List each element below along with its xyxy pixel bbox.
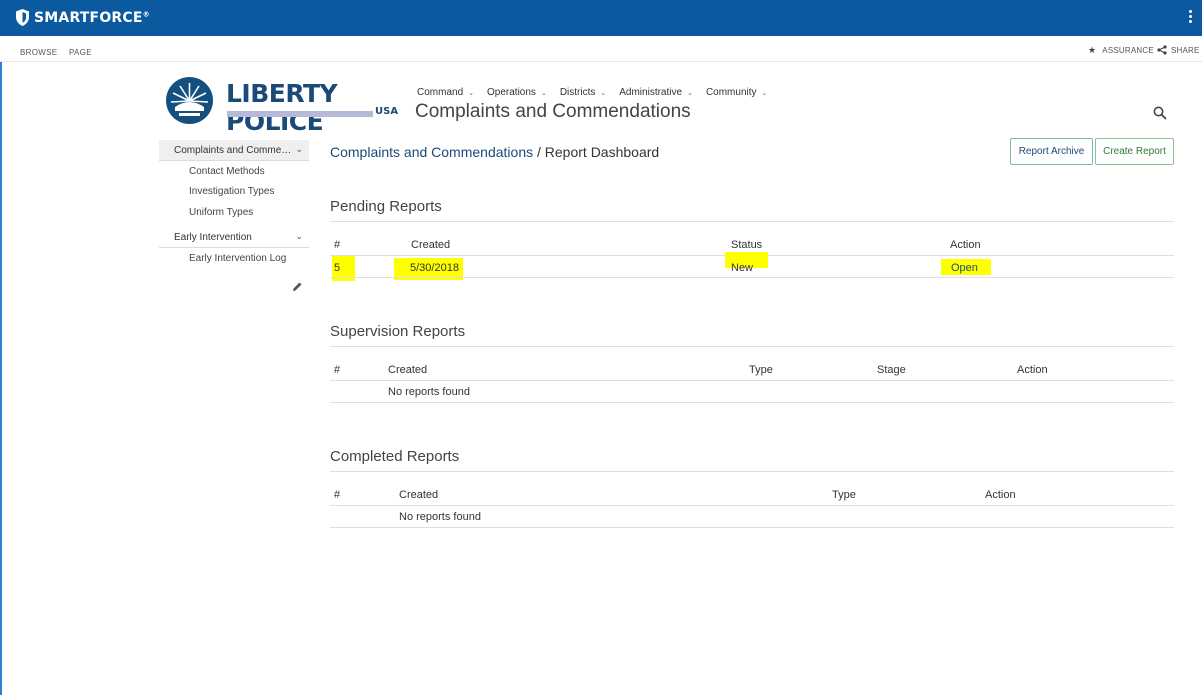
shield-logo-icon	[16, 9, 29, 26]
brand-name: SMARTFORCE®	[34, 9, 150, 26]
quicklaunch-item-investigation-types[interactable]: Investigation Types	[189, 186, 274, 197]
create-report-button[interactable]: Create Report	[1095, 138, 1174, 165]
logo-subtitle: USA	[375, 106, 399, 117]
report-archive-button[interactable]: Report Archive	[1010, 138, 1093, 165]
site-title[interactable]: Complaints and Commendations	[415, 101, 691, 123]
chevron-down-icon: ⌄	[540, 89, 547, 97]
assurance-label: ASSURANCE	[1102, 46, 1154, 55]
table-header-divider	[330, 505, 1174, 506]
site-logo[interactable]: LIBERTY POLICE USA	[166, 77, 406, 136]
assurance-button[interactable]: ★ ASSURANCE	[1088, 45, 1154, 56]
chevron-down-icon: ⌄	[600, 89, 607, 97]
quicklaunch-item-uniform-types[interactable]: Uniform Types	[189, 207, 253, 218]
quicklaunch-group-early-intervention[interactable]: Early Intervention ⌄	[159, 227, 309, 247]
star-icon: ★	[1088, 45, 1097, 55]
pending-reports-title: Pending Reports	[330, 198, 442, 215]
quicklaunch-group-label: Complaints and Comme…	[174, 144, 292, 156]
column-header-action: Action	[985, 489, 1016, 501]
section-divider	[330, 346, 1174, 347]
column-header-number: #	[334, 239, 341, 251]
column-header-number: #	[334, 489, 341, 501]
empty-table-message: No reports found	[399, 511, 481, 523]
quicklaunch-group-complaints[interactable]: Complaints and Comme… ⌄	[159, 140, 309, 160]
table-cell-status: New	[731, 262, 754, 274]
column-header-status: Status	[731, 239, 763, 251]
ribbon: BROWSE PAGE ★ ASSURANCE SHARE	[0, 36, 1202, 62]
more-options-icon[interactable]	[1189, 10, 1193, 26]
table-cell-created: 5/30/2018	[410, 262, 459, 274]
breadcrumb-current: Report Dashboard	[544, 144, 660, 160]
column-header-action: Action	[950, 239, 981, 251]
page-left-border	[0, 62, 2, 695]
table-row-divider	[330, 402, 1174, 403]
search-icon[interactable]	[1153, 106, 1167, 120]
quicklaunch-divider	[159, 247, 309, 248]
table-row-divider	[330, 277, 1174, 278]
column-header-type: Type	[749, 364, 773, 376]
section-divider	[330, 471, 1174, 472]
breadcrumb: Complaints and Commendations / Report Da…	[330, 144, 659, 160]
suite-bar: SMARTFORCE®	[0, 0, 1202, 36]
ribbon-tab-browse[interactable]: BROWSE	[20, 48, 57, 57]
column-header-action: Action	[1017, 364, 1048, 376]
liberty-crown-icon	[166, 77, 213, 124]
empty-table-message: No reports found	[388, 386, 470, 398]
section-divider	[330, 221, 1174, 222]
share-button[interactable]: SHARE	[1157, 45, 1200, 55]
nav-item-community[interactable]: Community ⌄	[706, 87, 767, 98]
nav-item-districts[interactable]: Districts ⌄	[560, 87, 606, 98]
logo-bar	[227, 111, 373, 117]
breadcrumb-link[interactable]: Complaints and Commendations	[330, 144, 533, 160]
chevron-down-icon: ⌄	[468, 89, 475, 97]
breadcrumb-separator: /	[533, 144, 545, 160]
column-header-created: Created	[388, 364, 428, 376]
column-header-number: #	[334, 364, 341, 376]
quicklaunch-group-label: Early Intervention	[174, 231, 252, 243]
table-row-divider	[330, 527, 1174, 528]
chevron-down-icon[interactable]: ⌄	[295, 231, 303, 242]
nav-item-administrative[interactable]: Administrative ⌄	[619, 87, 693, 98]
nav-item-command[interactable]: Command ⌄	[417, 87, 474, 98]
column-header-created: Created	[399, 489, 439, 501]
edit-links-icon[interactable]	[292, 281, 303, 292]
chevron-down-icon[interactable]: ⌄	[295, 144, 303, 155]
open-report-link[interactable]: Open	[951, 262, 978, 274]
completed-reports-title: Completed Reports	[330, 448, 460, 465]
column-header-type: Type	[832, 489, 856, 501]
chevron-down-icon: ⌄	[761, 89, 768, 97]
smartforce-brand[interactable]: SMARTFORCE®	[16, 9, 150, 26]
quicklaunch-item-contact-methods[interactable]: Contact Methods	[189, 166, 265, 177]
chevron-down-icon: ⌄	[687, 89, 693, 97]
table-header-divider	[330, 380, 1174, 381]
table-cell-number[interactable]: 5	[334, 262, 340, 274]
quicklaunch-item-early-intervention-log[interactable]: Early Intervention Log	[189, 253, 286, 264]
nav-item-operations[interactable]: Operations ⌄	[487, 87, 547, 98]
share-label: SHARE	[1171, 45, 1200, 55]
supervision-reports-title: Supervision Reports	[330, 323, 466, 340]
top-navigation: Command ⌄ Operations ⌄ Districts ⌄ Administ…	[417, 87, 780, 98]
column-header-created: Created	[411, 239, 451, 251]
share-icon	[1157, 45, 1167, 55]
ribbon-tab-page[interactable]: PAGE	[69, 48, 92, 57]
column-header-stage: Stage	[877, 364, 906, 376]
quicklaunch-divider	[159, 160, 309, 161]
